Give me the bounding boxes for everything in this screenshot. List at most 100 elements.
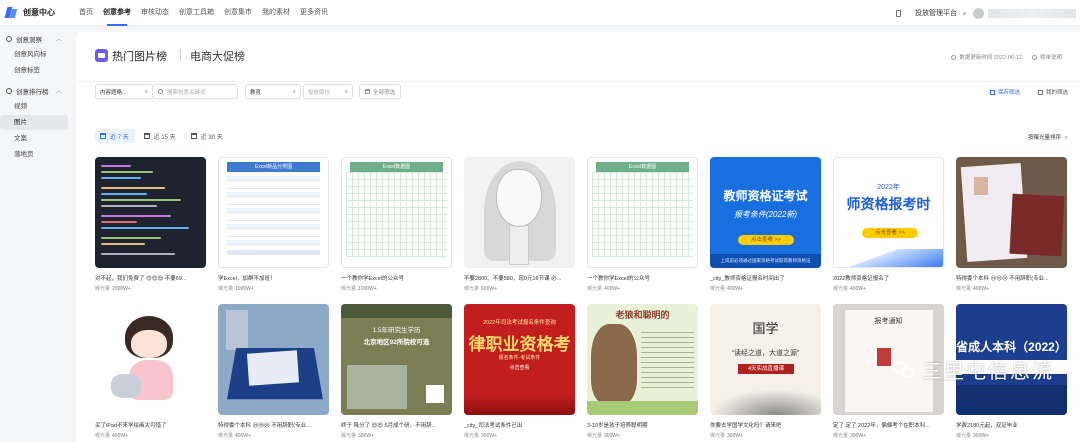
search-input[interactable]: 搜索创意关键词 xyxy=(152,84,238,99)
image-card[interactable]: 国学 “读经之道，大道之源” 4天实战直播课 你要去学国学文化吗？请来吧 曝光量… xyxy=(710,304,821,439)
thumbnail-diploma-photo[interactable] xyxy=(218,304,329,415)
card-title[interactable]: 一个教你学Excel的公众号 xyxy=(587,274,705,282)
image-card[interactable]: 1.5年研究生学历 北京地区92所院校可选 终于 降分了 😍😍 6月成个研，不用… xyxy=(341,304,452,439)
all-filters-label: 全部筛选 xyxy=(373,89,396,96)
image-card[interactable]: 2022年司法考试报名条件查询 律职业资格考 报名条件·考试条件 点击查看 _c… xyxy=(464,304,575,439)
card-stat: 曝光量 300W+ xyxy=(710,433,743,439)
tab-15-days[interactable]: 近 15 天 xyxy=(139,129,182,143)
card-title[interactable]: 对不起，我们免费了 😍😍😍 不要69... xyxy=(95,274,213,282)
sidebar-group-label: 创意洞察 xyxy=(16,36,42,44)
tab-label: 近 15 天 xyxy=(153,134,176,141)
clock-icon xyxy=(951,54,957,60)
card-title[interactable]: 一个教你学Excel的公众号 xyxy=(341,274,459,282)
card-title[interactable]: 你要去学国学文化吗？请来吧 xyxy=(710,421,828,429)
thumbnail-guoxue-ad[interactable]: 国学 “读经之道，大道之源” 4天实战直播课 xyxy=(710,304,821,415)
card-stat: 曝光量 2000W+ xyxy=(95,286,131,292)
image-card[interactable]: 老狼和聪明的 3-10岁是孩子培养聪明期 曝光量 300W+ xyxy=(587,304,698,439)
thumbnail-teacher-ad[interactable]: 教师资格证考试 报考条件(2022新) 点击查看 >> 上岗前必须通过国家资格考… xyxy=(710,157,821,268)
image-card[interactable]: Excel数据图 一个教你学Excel的公众号 曝光量 1000W+ xyxy=(341,157,452,292)
card-stat: 曝光量 1000W+ xyxy=(341,286,377,292)
thumbnail-spreadsheet[interactable]: Excel数据图 xyxy=(587,157,698,268)
update-time: 数据更新时间 2022-06-12 xyxy=(959,55,1022,61)
thumbnail-code[interactable] xyxy=(95,157,206,268)
card-stat: 曝光量 400W+ xyxy=(95,433,128,439)
sidebar-group-ranking[interactable]: 创意排行榜 ︿ xyxy=(0,83,72,98)
sidebar-item-image[interactable]: 图片 xyxy=(0,115,68,130)
card-title[interactable]: _city_教师资格证报名时间出了 xyxy=(710,274,828,282)
top-nav: 首页 创意参考 审核动态 创意工具箱 创意集市 我的素材 更多资讯 xyxy=(79,0,338,26)
page-title[interactable]: 热门图片榜 xyxy=(112,48,167,64)
image-card[interactable]: Excel新品分类图 学Excel，加群不加班！ 曝光量 1000W+ xyxy=(218,157,329,292)
card-stat: 曝光量 300W+ xyxy=(956,433,989,439)
card-stat: 曝光量 400W+ xyxy=(218,433,251,439)
position-select[interactable]: 投放版位 ∨ xyxy=(303,84,353,99)
card-title[interactable]: 学Excel，加群不加班！ xyxy=(218,274,336,282)
nav-my-assets[interactable]: 我的素材 xyxy=(262,0,290,26)
nav-creative-reference[interactable]: 创意参考 xyxy=(103,0,131,26)
image-card[interactable]: 对不起，我们免费了 😍😍😍 不要69... 曝光量 2000W+ xyxy=(95,157,206,292)
sidebar-item-landing[interactable]: 落地页 xyxy=(0,147,68,162)
logo-text: 创意中心 xyxy=(23,8,55,17)
save-filter-button[interactable]: 保存筛选 xyxy=(989,88,1020,96)
search-icon xyxy=(158,89,163,94)
logo[interactable]: 创意中心 xyxy=(4,6,71,19)
card-title[interactable]: 3-10岁是孩子培养聪明期 xyxy=(587,421,705,429)
thumbnail-fox-story[interactable]: 老狼和聪明的 xyxy=(587,304,698,415)
card-title[interactable]: 终于 降分了 😍😍 6月成个研，不用辞... xyxy=(341,421,459,429)
category-select[interactable]: 内容题略... ∨ xyxy=(95,84,153,99)
sidebar-group-insight[interactable]: 创意洞察 ︿ xyxy=(0,31,72,46)
image-card[interactable]: Excel数据图 一个教你学Excel的公众号 曝光量 400W+ xyxy=(587,157,698,292)
industry-select[interactable]: 教育 ∨ xyxy=(245,84,301,99)
image-card[interactable]: 2022年 师资格报考时 点击查看 >> 2022教师资格证报名了 曝光量 400… xyxy=(833,157,944,292)
tab-7-days[interactable]: 近 7 天 xyxy=(95,129,135,143)
thumbnail-teacher-ad[interactable]: 2022年 师资格报考时 点击查看 >> xyxy=(833,157,944,268)
card-title[interactable]: 特得委个本科 😢😢😢 不用辞职(专业... xyxy=(956,274,1074,282)
avatar[interactable] xyxy=(973,7,984,19)
image-card[interactable]: 不要2800、不要580，现0元16节课 必... 曝光量 600W+ xyxy=(464,157,575,292)
sidebar-item-tags[interactable]: 创意标签 xyxy=(0,63,68,78)
image-card[interactable]: 买了iPad不来学绘画太可惜了 曝光量 400W+ xyxy=(95,304,206,439)
nav-review-updates[interactable]: 审核动态 xyxy=(141,0,169,26)
card-title[interactable]: 学费2180元起，双证毕业 xyxy=(956,421,1074,429)
image-card[interactable]: 教师资格证考试 报考条件(2022新) 点击查看 >> 上岗前必须通过国家资格考… xyxy=(710,157,821,292)
image-card[interactable]: 特得委个本科 😢😢😢 不用辞职(专业... 曝光量 400W+ xyxy=(956,157,1067,292)
card-title[interactable]: 特得委个本科 😢😢😢 不用辞职(专业... xyxy=(218,421,336,429)
sidebar-item-video[interactable]: 视频 xyxy=(0,99,68,114)
nav-creative-toolbox[interactable]: 创意工具箱 xyxy=(179,0,214,26)
card-stat: 曝光量 600W+ xyxy=(464,286,497,292)
card-stat: 曝光量 300W+ xyxy=(833,433,866,439)
ranking-icon xyxy=(6,87,12,94)
nav-more-news[interactable]: 更多资讯 xyxy=(300,0,328,26)
thumbnail-spreadsheet[interactable]: Excel数据图 xyxy=(341,157,452,268)
thumbnail-portrait-sketch[interactable] xyxy=(464,157,575,268)
card-title[interactable]: 买了iPad不来学绘画太可惜了 xyxy=(95,421,213,429)
platform-link[interactable]: 投放管理平台 xyxy=(915,8,957,18)
tab-30-days[interactable]: 近 30 天 xyxy=(186,129,229,143)
sort-select[interactable]: 按曝光量排序 ∨ xyxy=(1028,133,1068,141)
all-filters-button[interactable]: 全部筛选 xyxy=(359,84,402,99)
thumbnail-spreadsheet[interactable]: Excel新品分类图 xyxy=(218,157,329,268)
card-title[interactable]: _city_司法考试条件已出 xyxy=(464,421,582,429)
card-title[interactable]: 不要2800、不要580，现0元16节课 必... xyxy=(464,274,582,282)
nav-creative-market[interactable]: 创意集市 xyxy=(224,0,252,26)
info-icon xyxy=(1031,54,1037,60)
mobile-icon[interactable] xyxy=(896,9,901,17)
sidebar-item-copy[interactable]: 文案 xyxy=(0,131,68,146)
sort-label: 按曝光量排序 xyxy=(1027,135,1061,141)
thumbnail-graduate-poster[interactable]: 1.5年研究生学历 北京地区92所院校可选 xyxy=(341,304,452,415)
thumbnail-law-exam-poster[interactable]: 2022年司法考试报名条件查询 律职业资格考 报名条件·考试条件 点击查看 xyxy=(464,304,575,415)
card-title[interactable]: 定了 定了 2022年，偏偏考个在职本科... xyxy=(833,421,951,429)
account-name-redacted[interactable] xyxy=(988,8,1076,18)
page-subtitle[interactable]: 电商大促榜 xyxy=(190,48,245,64)
image-card[interactable]: 特得委个本科 😢😢😢 不用辞职(专业... 曝光量 400W+ xyxy=(218,304,329,439)
card-title[interactable]: 2022教师资格证报名了 xyxy=(833,274,951,282)
rules-link[interactable]: 榜单说明 xyxy=(1040,53,1062,61)
title-divider xyxy=(180,49,181,61)
sidebar-item-trend[interactable]: 创意风向标 xyxy=(0,47,68,62)
thumbnail-certificate[interactable] xyxy=(956,157,1067,268)
my-filter-button[interactable]: 我的筛选 xyxy=(1037,88,1068,96)
thumbnail-cartoon-girl[interactable] xyxy=(95,304,206,415)
nav-home[interactable]: 首页 xyxy=(79,0,93,26)
card-stat: 曝光量 300W+ xyxy=(587,433,620,439)
chevron-down-icon: ∨ xyxy=(292,88,296,95)
